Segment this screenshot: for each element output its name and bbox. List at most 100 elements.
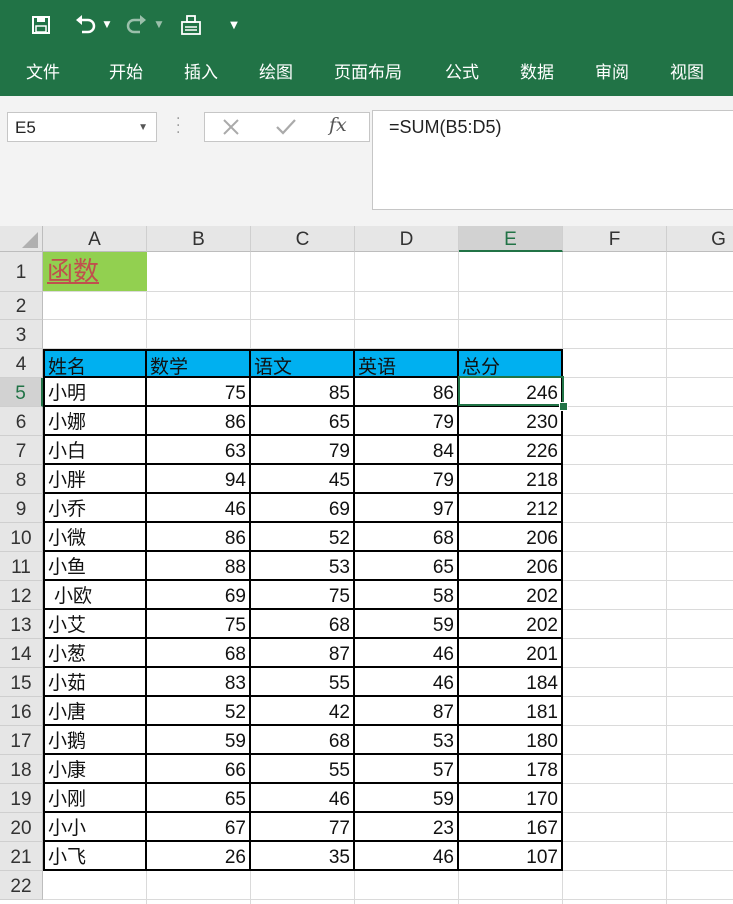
row-header-13[interactable]: 13 — [0, 610, 43, 639]
column-header-a[interactable]: A — [43, 226, 147, 252]
score-cell[interactable]: 65 — [355, 552, 459, 581]
name-cell[interactable]: 小明 — [43, 378, 147, 407]
header-cell[interactable]: 英语 — [355, 349, 459, 378]
score-cell[interactable]: 79 — [251, 436, 355, 465]
score-cell[interactable]: 68 — [147, 639, 251, 668]
tab-file[interactable]: 文件 — [26, 52, 60, 96]
score-cell[interactable]: 69 — [147, 581, 251, 610]
name-cell[interactable]: 小微 — [43, 523, 147, 552]
score-cell[interactable]: 206 — [459, 552, 563, 581]
score-cell[interactable]: 46 — [251, 784, 355, 813]
score-cell[interactable]: 45 — [251, 465, 355, 494]
score-cell[interactable]: 75 — [251, 581, 355, 610]
score-cell[interactable]: 52 — [147, 697, 251, 726]
score-cell[interactable]: 206 — [459, 523, 563, 552]
name-cell[interactable]: 小艾 — [43, 610, 147, 639]
score-cell[interactable]: 23 — [355, 813, 459, 842]
score-cell[interactable]: 218 — [459, 465, 563, 494]
row-header-18[interactable]: 18 — [0, 755, 43, 784]
score-cell[interactable]: 167 — [459, 813, 563, 842]
row-header-11[interactable]: 11 — [0, 552, 43, 581]
row-header-9[interactable]: 9 — [0, 494, 43, 523]
row-header-5[interactable]: 5 — [0, 378, 43, 407]
name-box[interactable]: E5 ▼ — [7, 112, 157, 142]
score-cell[interactable]: 246 — [459, 378, 563, 407]
score-cell[interactable]: 53 — [355, 726, 459, 755]
score-cell[interactable]: 68 — [355, 523, 459, 552]
column-header-g[interactable]: G — [667, 226, 733, 252]
redo-dropdown-icon[interactable]: ▼ — [152, 10, 166, 40]
score-cell[interactable]: 86 — [147, 523, 251, 552]
tab-home[interactable]: 开始 — [109, 52, 143, 96]
header-cell[interactable]: 总分 — [459, 349, 563, 378]
name-cell[interactable]: 小刚 — [43, 784, 147, 813]
score-cell[interactable]: 94 — [147, 465, 251, 494]
score-cell[interactable]: 86 — [147, 407, 251, 436]
score-cell[interactable]: 178 — [459, 755, 563, 784]
score-cell[interactable]: 181 — [459, 697, 563, 726]
score-cell[interactable]: 201 — [459, 639, 563, 668]
insert-function-icon[interactable]: fx — [329, 114, 347, 136]
name-cell[interactable]: 小飞 — [43, 842, 147, 871]
score-cell[interactable]: 52 — [251, 523, 355, 552]
row-header-7[interactable]: 7 — [0, 436, 43, 465]
tab-review[interactable]: 审阅 — [595, 52, 629, 96]
score-cell[interactable]: 57 — [355, 755, 459, 784]
score-cell[interactable]: 46 — [355, 842, 459, 871]
score-cell[interactable]: 69 — [251, 494, 355, 523]
tab-draw[interactable]: 绘图 — [259, 52, 293, 96]
chevron-down-icon[interactable]: ▼ — [138, 113, 148, 143]
score-cell[interactable]: 87 — [355, 697, 459, 726]
save-icon[interactable] — [28, 10, 54, 40]
score-cell[interactable]: 226 — [459, 436, 563, 465]
score-cell[interactable]: 68 — [251, 610, 355, 639]
row-header-20[interactable]: 20 — [0, 813, 43, 842]
score-cell[interactable]: 202 — [459, 610, 563, 639]
undo-dropdown-icon[interactable]: ▼ — [100, 10, 114, 40]
score-cell[interactable]: 59 — [355, 610, 459, 639]
score-cell[interactable]: 83 — [147, 668, 251, 697]
score-cell[interactable]: 67 — [147, 813, 251, 842]
score-cell[interactable]: 107 — [459, 842, 563, 871]
title-cell[interactable]: 函数 — [43, 252, 147, 292]
header-cell[interactable]: 姓名 — [43, 349, 147, 378]
score-cell[interactable]: 46 — [355, 668, 459, 697]
score-cell[interactable]: 35 — [251, 842, 355, 871]
cancel-icon[interactable] — [221, 117, 241, 141]
row-header-10[interactable]: 10 — [0, 523, 43, 552]
score-cell[interactable]: 55 — [251, 755, 355, 784]
score-cell[interactable]: 202 — [459, 581, 563, 610]
score-cell[interactable]: 46 — [355, 639, 459, 668]
name-cell[interactable]: 小康 — [43, 755, 147, 784]
redo-icon[interactable] — [124, 10, 150, 40]
score-cell[interactable]: 55 — [251, 668, 355, 697]
score-cell[interactable]: 58 — [355, 581, 459, 610]
score-cell[interactable]: 75 — [147, 610, 251, 639]
row-header-12[interactable]: 12 — [0, 581, 43, 610]
score-cell[interactable]: 59 — [355, 784, 459, 813]
format-painter-icon[interactable] — [177, 10, 205, 40]
column-header-d[interactable]: D — [355, 226, 459, 252]
tab-insert[interactable]: 插入 — [184, 52, 218, 96]
name-cell[interactable]: 小葱 — [43, 639, 147, 668]
score-cell[interactable]: 65 — [147, 784, 251, 813]
formula-input[interactable]: =SUM(B5:D5) — [372, 110, 733, 210]
row-header-8[interactable]: 8 — [0, 465, 43, 494]
column-header-e[interactable]: E — [459, 226, 563, 252]
tab-page-layout[interactable]: 页面布局 — [334, 52, 402, 96]
column-header-b[interactable]: B — [147, 226, 251, 252]
column-header-c[interactable]: C — [251, 226, 355, 252]
score-cell[interactable]: 230 — [459, 407, 563, 436]
score-cell[interactable]: 212 — [459, 494, 563, 523]
name-cell[interactable]: 小鱼 — [43, 552, 147, 581]
score-cell[interactable]: 84 — [355, 436, 459, 465]
score-cell[interactable]: 79 — [355, 407, 459, 436]
row-header-14[interactable]: 14 — [0, 639, 43, 668]
row-header-2[interactable]: 2 — [0, 292, 43, 320]
score-cell[interactable]: 184 — [459, 668, 563, 697]
tab-formulas[interactable]: 公式 — [445, 52, 479, 96]
row-header-6[interactable]: 6 — [0, 407, 43, 436]
score-cell[interactable]: 85 — [251, 378, 355, 407]
score-cell[interactable]: 42 — [251, 697, 355, 726]
select-all-corner[interactable] — [0, 226, 43, 252]
